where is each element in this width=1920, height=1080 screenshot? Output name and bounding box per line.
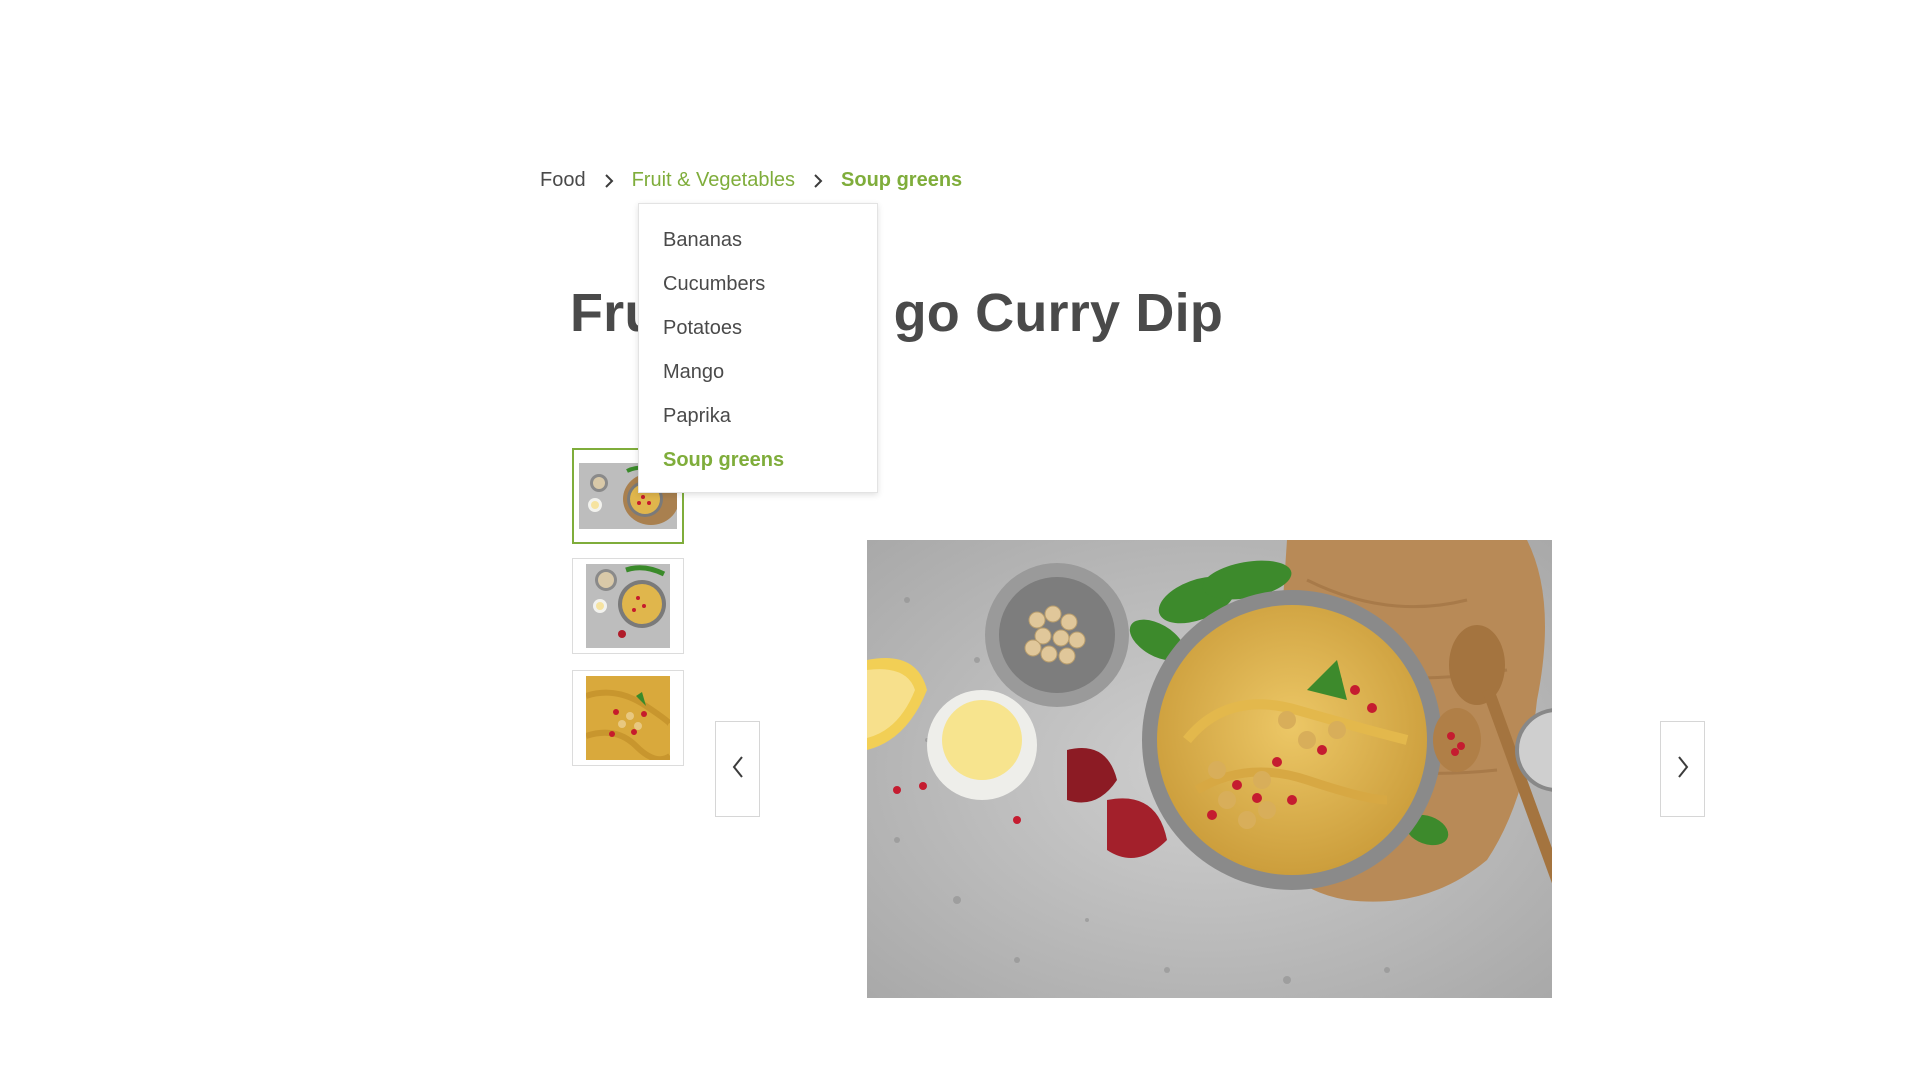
chevron-right-icon — [795, 170, 841, 191]
dropdown-item-potatoes[interactable]: Potatoes — [639, 306, 877, 350]
breadcrumb: Food Fruit & Vegetables Soup greens — [540, 166, 962, 194]
product-page: Food Fruit & Vegetables Soup greens Fru g… — [0, 0, 1920, 1080]
gallery-thumbnail-2[interactable] — [572, 558, 684, 654]
chevron-left-icon — [731, 755, 745, 784]
carousel-prev-button[interactable] — [715, 721, 760, 817]
hummus-dish-image — [867, 540, 1552, 998]
dropdown-item-cucumbers[interactable]: Cucumbers — [639, 262, 877, 306]
breadcrumb-fruit-vegetables[interactable]: Fruit & Vegetables — [632, 169, 795, 192]
main-product-image — [867, 540, 1552, 998]
thumbnail-image — [586, 564, 670, 648]
chevron-right-icon — [586, 170, 632, 191]
chevron-right-icon — [1676, 755, 1690, 784]
breadcrumb-food[interactable]: Food — [540, 169, 586, 192]
dropdown-item-paprika[interactable]: Paprika — [639, 394, 877, 438]
thumbnail-image — [586, 676, 670, 760]
dropdown-item-soup-greens[interactable]: Soup greens — [639, 438, 877, 482]
page-title-end: go Curry Dip — [893, 283, 1223, 343]
carousel-next-button[interactable] — [1660, 721, 1705, 817]
breadcrumb-soup-greens[interactable]: Soup greens — [841, 169, 962, 192]
dropdown-item-mango[interactable]: Mango — [639, 350, 877, 394]
dropdown-item-bananas[interactable]: Bananas — [639, 218, 877, 262]
category-dropdown: Bananas Cucumbers Potatoes Mango Paprika… — [638, 203, 878, 493]
gallery-thumbnail-3[interactable] — [572, 670, 684, 766]
